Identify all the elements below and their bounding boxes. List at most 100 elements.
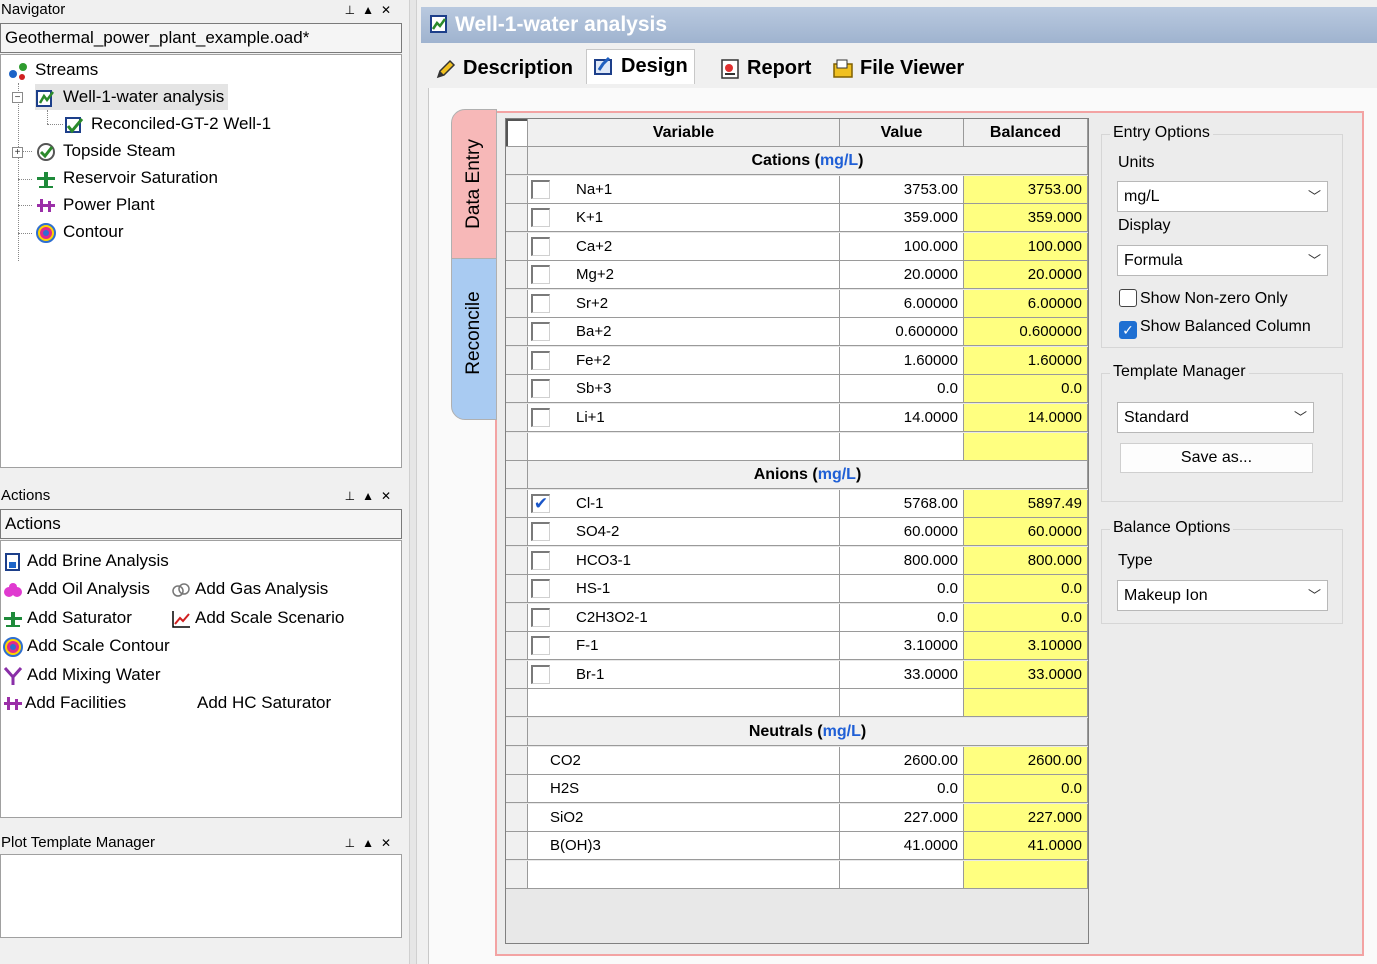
row-header[interactable] bbox=[506, 860, 528, 889]
actions-selector[interactable]: Actions bbox=[0, 509, 402, 539]
add-scale-contour-button[interactable]: Add Scale Contour bbox=[3, 633, 170, 659]
variable-cell[interactable]: Mg+2 bbox=[528, 261, 840, 290]
value-cell[interactable]: 0.0 bbox=[840, 775, 964, 804]
row-header[interactable] bbox=[506, 289, 528, 318]
value-cell[interactable]: 0.0 bbox=[840, 603, 964, 632]
tab-data-entry[interactable]: Data Entry bbox=[451, 109, 497, 259]
value-cell[interactable]: 0.600000 bbox=[840, 318, 964, 347]
row-checkbox[interactable] bbox=[531, 664, 550, 684]
row-header[interactable] bbox=[506, 632, 528, 661]
collapse-well-icon[interactable]: − bbox=[12, 92, 23, 103]
row-checkbox[interactable] bbox=[531, 522, 550, 542]
row-header[interactable] bbox=[506, 832, 528, 861]
variable-cell[interactable]: Na+1 bbox=[528, 175, 840, 204]
value-cell[interactable]: 60.0000 bbox=[840, 518, 964, 547]
header-value[interactable]: Value bbox=[840, 119, 964, 147]
save-as-button[interactable]: Save as... bbox=[1120, 443, 1313, 473]
show-balanced-column-checkbox[interactable]: ✓ Show Balanced Column bbox=[1119, 318, 1311, 339]
variable-cell[interactable]: H2S bbox=[528, 775, 840, 804]
row-header[interactable] bbox=[506, 689, 528, 718]
row-checkbox[interactable] bbox=[531, 236, 550, 256]
value-cell[interactable]: 5768.00 bbox=[840, 489, 964, 518]
value-cell[interactable]: 100.000 bbox=[840, 232, 964, 261]
variable-cell[interactable]: Sr+2 bbox=[528, 289, 840, 318]
row-checkbox[interactable] bbox=[531, 636, 550, 656]
variable-cell[interactable]: CO2 bbox=[528, 746, 840, 775]
row-checkbox[interactable] bbox=[531, 350, 550, 370]
value-cell[interactable]: 14.0000 bbox=[840, 403, 964, 432]
variable-cell[interactable]: K+1 bbox=[528, 204, 840, 233]
value-cell[interactable]: 6.00000 bbox=[840, 289, 964, 318]
row-header[interactable] bbox=[506, 660, 528, 689]
value-cell[interactable]: 3753.00 bbox=[840, 175, 964, 204]
header-variable[interactable]: Variable bbox=[528, 119, 840, 147]
units-select[interactable]: mg/L ﹀ bbox=[1117, 181, 1328, 212]
display-select[interactable]: Formula ﹀ bbox=[1117, 245, 1328, 276]
add-oil-analysis-button[interactable]: Add Oil Analysis bbox=[3, 576, 150, 602]
variable-cell[interactable]: Sb+3 bbox=[528, 375, 840, 404]
select-all-cell[interactable] bbox=[506, 119, 528, 147]
tree-item-reservoir-saturation[interactable]: Reservoir Saturation bbox=[35, 165, 218, 191]
tab-report[interactable]: Report bbox=[713, 52, 817, 84]
variable-cell-empty[interactable] bbox=[528, 432, 840, 461]
value-cell[interactable]: 800.000 bbox=[840, 546, 964, 575]
row-header[interactable] bbox=[506, 318, 528, 347]
variable-cell[interactable]: C2H3O2-1 bbox=[528, 603, 840, 632]
row-header[interactable] bbox=[506, 432, 528, 461]
value-cell-empty[interactable] bbox=[840, 432, 964, 461]
row-header[interactable] bbox=[506, 775, 528, 804]
add-brine-analysis-button[interactable]: Add Brine Analysis bbox=[3, 548, 169, 574]
row-header[interactable] bbox=[506, 232, 528, 261]
add-hc-saturator-button[interactable]: Add HC Saturator bbox=[197, 690, 331, 716]
value-cell[interactable]: 3.10000 bbox=[840, 632, 964, 661]
variable-cell[interactable]: Fe+2 bbox=[528, 346, 840, 375]
value-cell[interactable]: 20.0000 bbox=[840, 261, 964, 290]
row-header[interactable] bbox=[506, 546, 528, 575]
row-checkbox[interactable] bbox=[531, 579, 550, 599]
row-header[interactable] bbox=[506, 346, 528, 375]
checkmark-icon[interactable]: ✔ bbox=[531, 493, 550, 513]
row-checkbox[interactable] bbox=[531, 407, 550, 427]
tree-item-topside-steam[interactable]: Topside Steam bbox=[35, 138, 175, 164]
tab-reconcile[interactable]: Reconcile bbox=[451, 245, 497, 420]
row-checkbox[interactable] bbox=[531, 293, 550, 313]
value-cell[interactable]: 33.0000 bbox=[840, 660, 964, 689]
variable-cell[interactable]: Li+1 bbox=[528, 403, 840, 432]
row-checkbox[interactable] bbox=[531, 379, 550, 399]
pane-splitter[interactable] bbox=[409, 0, 417, 964]
template-select[interactable]: Standard ﹀ bbox=[1117, 402, 1314, 433]
add-saturator-button[interactable]: Add Saturator bbox=[3, 605, 132, 631]
row-header[interactable] bbox=[506, 803, 528, 832]
variable-cell[interactable]: ✔ Cl-1 bbox=[528, 489, 840, 518]
row-header[interactable] bbox=[506, 403, 528, 432]
row-checkbox[interactable] bbox=[531, 607, 550, 627]
value-cell[interactable]: 0.0 bbox=[840, 575, 964, 604]
variable-cell[interactable]: Ba+2 bbox=[528, 318, 840, 347]
row-checkbox[interactable] bbox=[531, 265, 550, 285]
row-header[interactable] bbox=[506, 204, 528, 233]
tree-item-well-1-water-analysis[interactable]: Well-1-water analysis bbox=[35, 84, 229, 110]
tree-item-reconciled[interactable]: Reconciled-GT-2 Well-1 bbox=[63, 111, 271, 137]
value-cell[interactable]: 0.0 bbox=[840, 375, 964, 404]
row-header[interactable] bbox=[506, 746, 528, 775]
tab-design[interactable]: Design bbox=[586, 49, 695, 84]
tree-item-power-plant[interactable]: Power Plant bbox=[35, 192, 155, 218]
variable-cell[interactable]: F-1 bbox=[528, 632, 840, 661]
variable-cell[interactable]: SO4-2 bbox=[528, 518, 840, 547]
add-facilities-button[interactable]: Add Facilities bbox=[3, 690, 126, 716]
tab-description[interactable]: Description bbox=[429, 52, 579, 84]
row-checkbox[interactable] bbox=[531, 322, 550, 342]
row-checkbox[interactable] bbox=[531, 208, 550, 228]
variable-cell[interactable]: B(OH)3 bbox=[528, 832, 840, 861]
tab-file-viewer[interactable]: File Viewer bbox=[826, 52, 970, 84]
variable-cell[interactable]: HCO3-1 bbox=[528, 546, 840, 575]
tree-item-contour[interactable]: Contour bbox=[35, 219, 123, 245]
variable-cell[interactable]: HS-1 bbox=[528, 575, 840, 604]
value-cell[interactable]: 359.000 bbox=[840, 204, 964, 233]
row-header[interactable] bbox=[506, 375, 528, 404]
show-nonzero-only-checkbox[interactable]: Show Non-zero Only bbox=[1119, 289, 1288, 308]
pane-controls[interactable]: ⊥▲✕ bbox=[345, 486, 398, 506]
value-cell-empty[interactable] bbox=[840, 689, 964, 718]
row-header[interactable] bbox=[506, 518, 528, 547]
file-selector[interactable]: Geothermal_power_plant_example.oad* bbox=[0, 23, 402, 53]
